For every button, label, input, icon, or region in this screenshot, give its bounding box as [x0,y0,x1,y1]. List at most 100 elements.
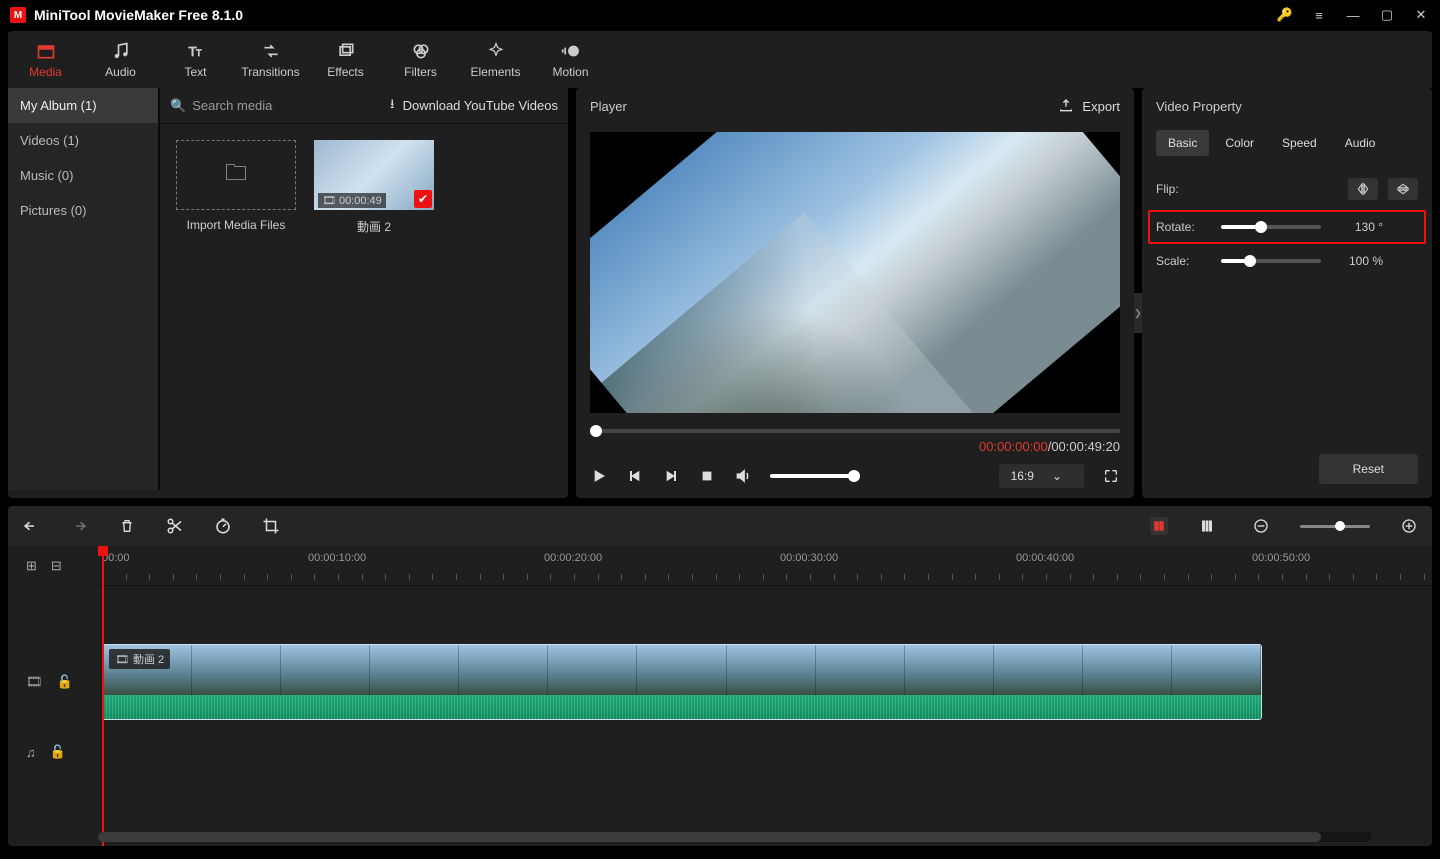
ribbon-label: Audio [105,65,136,79]
media-panel: My Album (1) Videos (1) Music (0) Pictur… [8,88,568,498]
folder-film-icon [36,41,56,61]
timeline-clip[interactable]: 🎞 動画 2 [102,644,1262,720]
flip-row: Flip: [1156,178,1418,200]
playback-progress[interactable] [590,421,1120,441]
collapse-panel-handle[interactable]: ❯ [1134,293,1142,333]
crop-button[interactable] [262,517,280,535]
undo-button[interactable] [22,517,40,535]
ribbon-tab-audio[interactable]: Audio [83,31,158,88]
export-label: Export [1082,99,1120,114]
minimize-button[interactable]: — [1344,6,1362,24]
ruler-tick: 00:00:10:00 [308,552,366,564]
rotate-row: Rotate: 130 ° [1156,220,1418,234]
next-frame-button[interactable] [662,467,680,485]
ruler-tick: 00:00:30:00 [780,552,838,564]
prop-tab-audio[interactable]: Audio [1333,130,1388,156]
export-button[interactable]: Export [1058,98,1120,114]
ribbon-tab-effects[interactable]: Effects [308,31,383,88]
search-icon: 🔍 [170,98,186,114]
audio-track[interactable] [98,722,1432,782]
ruler-tick: 00:00:20:00 [544,552,602,564]
timeline-view2-button[interactable] [1198,517,1216,535]
zoom-out-button[interactable] [1252,517,1270,535]
timeline-body[interactable]: 00:00 00:00:10:00 00:00:20:00 00:00:30:0… [98,546,1432,846]
close-button[interactable]: ✕ [1412,6,1430,24]
rotate-value: 130 ° [1331,220,1383,234]
collapse-tracks-icon[interactable]: ⊟ [51,558,62,574]
ribbon-tab-text[interactable]: TT Text [158,31,233,88]
preview-frame [590,132,1120,413]
ribbon-tab-transitions[interactable]: Transitions [233,31,308,88]
audio-track-icon: ♫ [26,745,36,760]
audio-track-lock-icon[interactable]: 🔓 [50,744,66,760]
player-panel: Player Export 00:00:00:00 / 00:00:49:20 [576,88,1134,498]
timeline-horizontal-scrollbar[interactable] [98,832,1372,842]
export-icon [1058,98,1074,114]
prev-frame-button[interactable] [626,467,644,485]
search-placeholder: Search media [192,98,272,113]
stop-button[interactable] [698,467,716,485]
ribbon-label: Media [29,65,62,79]
media-clip-card[interactable]: 🎞 00:00:49 ✔ 動画 2 [314,140,434,235]
zoom-in-button[interactable] [1400,517,1418,535]
ribbon-tab-elements[interactable]: Elements [458,31,533,88]
music-note-icon [111,41,131,61]
film-icon: 🎞 [322,194,336,207]
ribbon-tab-filters[interactable]: Filters [383,31,458,88]
play-button[interactable] [590,467,608,485]
timeline-ruler[interactable]: 00:00 00:00:10:00 00:00:20:00 00:00:30:0… [98,546,1432,586]
prop-tab-speed[interactable]: Speed [1270,130,1329,156]
redo-button[interactable] [70,517,88,535]
flip-label: Flip: [1156,182,1211,196]
scale-value: 100 % [1331,254,1383,268]
ruler-tick: 00:00:50:00 [1252,552,1310,564]
player-viewport[interactable] [590,132,1120,413]
flip-vertical-button[interactable] [1388,178,1418,200]
sidebar-item-videos[interactable]: Videos (1) [8,123,158,158]
flip-horizontal-button[interactable] [1348,178,1378,200]
video-track[interactable]: 🎞 動画 2 [98,642,1432,722]
player-title: Player [590,99,627,114]
split-button[interactable] [166,517,184,535]
sidebar-item-myalbum[interactable]: My Album (1) [8,88,158,123]
playhead[interactable] [102,546,104,846]
import-media-card[interactable]: 🗀 Import Media Files [176,140,296,235]
ribbon-tab-motion[interactable]: Motion [533,31,608,88]
maximize-button[interactable]: ▢ [1378,6,1396,24]
search-media[interactable]: 🔍 Search media [170,98,272,114]
hamburger-menu-icon[interactable]: ≡ [1310,6,1328,24]
ruler-tick: 00:00:40:00 [1016,552,1074,564]
chevron-down-icon: ⌄ [1052,469,1062,483]
clip-duration-badge: 🎞 00:00:49 [318,193,386,208]
sidebar-item-pictures[interactable]: Pictures (0) [8,193,158,228]
volume-slider[interactable] [770,474,860,478]
rotate-slider[interactable] [1221,225,1321,229]
delete-button[interactable] [118,517,136,535]
ribbon-tab-media[interactable]: Media [8,31,83,88]
aspect-ratio-select[interactable]: 16:9 ⌄ [999,464,1084,488]
ribbon-label: Motion [552,65,588,79]
video-track-lock-icon[interactable]: 🔓 [57,674,73,690]
prop-tab-color[interactable]: Color [1213,130,1266,156]
timeline-view1-button[interactable] [1150,517,1168,535]
effects-icon [336,41,356,61]
clip-name: 動画 2 [314,218,434,235]
scale-slider[interactable] [1221,259,1321,263]
fullscreen-button[interactable] [1102,467,1120,485]
ribbon-label: Elements [470,65,520,79]
scale-label: Scale: [1156,254,1211,268]
timeline: ⊞ ⊟ 🎞 🔓 ♫ 🔓 00:00 00:00:10:00 00:00:20:0… [8,546,1432,846]
download-youtube-link[interactable]: ⭳ Download YouTube Videos [390,95,558,117]
key-icon[interactable]: 🔑 [1276,6,1294,24]
add-track-icon[interactable]: ⊞ [26,558,37,574]
volume-icon[interactable] [734,467,752,485]
reset-button[interactable]: Reset [1319,454,1418,484]
ribbon-label: Filters [404,65,437,79]
transitions-icon [261,41,281,61]
zoom-slider[interactable] [1300,525,1370,528]
prop-tab-basic[interactable]: Basic [1156,130,1209,156]
speed-button[interactable] [214,517,232,535]
filters-icon [411,41,431,61]
sidebar-item-music[interactable]: Music (0) [8,158,158,193]
property-title: Video Property [1142,88,1432,124]
